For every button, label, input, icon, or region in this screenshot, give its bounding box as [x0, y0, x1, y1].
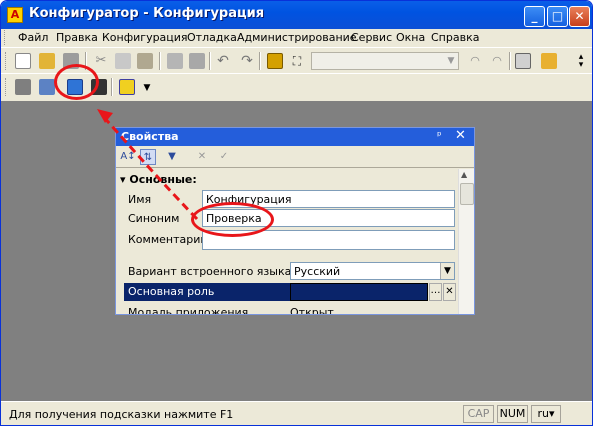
toolbar-separator — [209, 52, 211, 70]
pin-icon[interactable]: ᵖ — [437, 129, 442, 142]
redo-icon[interactable]: ↷ — [239, 53, 255, 69]
print-icon[interactable] — [167, 53, 183, 69]
name-label: Имя — [128, 193, 152, 206]
maximize-button[interactable]: □ — [547, 6, 568, 27]
language-value: Русский — [294, 265, 341, 278]
cut-icon[interactable]: ✂ — [93, 53, 109, 69]
scroll-up-icon[interactable]: ▲ — [461, 170, 467, 179]
menu-file[interactable]: Файл — [18, 31, 48, 44]
toolbar-separator — [159, 52, 161, 70]
role-choose-button[interactable]: … — [429, 283, 442, 301]
property-grid: ▾ Основные: Имя Конфигурация Синоним Про… — [118, 169, 458, 314]
paste-icon[interactable] — [137, 53, 153, 69]
binoculars-icon[interactable]: ⛶ — [289, 53, 305, 69]
language-indicator-label: ru — [537, 407, 549, 420]
language-label: Вариант встроенного языка — [128, 265, 292, 278]
status-text: Для получения подсказки нажмите F1 — [9, 408, 234, 421]
clear-icon[interactable]: ✕ — [194, 149, 210, 165]
properties-toolbar: A↕ ⇅ ▼ ✕ ✓ — [116, 146, 474, 168]
chevron-down-icon[interactable]: ▼ — [440, 263, 454, 279]
synonym-label: Синоним — [128, 212, 180, 225]
properties-close-icon[interactable]: ✕ — [455, 128, 466, 143]
menu-windows[interactable]: Окна — [396, 31, 425, 44]
open-icon[interactable] — [39, 53, 55, 69]
language-select[interactable]: Русский ▼ — [290, 262, 455, 280]
apply-icon[interactable]: ✓ — [216, 149, 232, 165]
section-basic[interactable]: ▾ Основные: — [120, 173, 197, 186]
menu-service[interactable]: Сервис — [351, 31, 392, 44]
role-field[interactable] — [290, 283, 428, 301]
language-indicator[interactable]: ru▾ — [531, 405, 561, 423]
comment-label: Комментарий — [128, 233, 208, 246]
compare-icon[interactable] — [15, 79, 31, 95]
sort-categories-icon[interactable]: ⇅ — [140, 149, 156, 165]
preview-icon[interactable] — [189, 53, 205, 69]
close-button[interactable]: ✕ — [569, 6, 590, 27]
mode-label: Модаль приложения — [128, 306, 249, 315]
copy-icon[interactable] — [115, 53, 131, 69]
toolbar-separator — [259, 52, 261, 70]
properties-panel: Свойства ᵖ ✕ A↕ ⇅ ▼ ✕ ✓ ▾ Основные: Имя … — [115, 127, 475, 315]
menu-administration[interactable]: Администрирование — [237, 31, 357, 44]
role-clear-button[interactable]: ✕ — [443, 283, 456, 301]
annotation-circle-toolbar — [54, 64, 99, 100]
mode-value: Открыт — [290, 306, 334, 315]
scroll-thumb[interactable] — [460, 183, 474, 205]
chevron-down-icon[interactable]: ▼ — [444, 53, 458, 69]
menu-configuration[interactable]: Конфигурация — [102, 31, 188, 44]
role-label: Основная роль — [128, 285, 215, 298]
menu-bar: Файл Правка Конфигурация Отладка Админис… — [1, 29, 592, 47]
toolbar-dropdown-icon[interactable]: ▼ — [139, 79, 155, 95]
window-icon[interactable] — [515, 53, 531, 69]
main-window: А Конфигуратор - Конфигурация _ □ ✕ Файл… — [0, 0, 593, 426]
menu-edit[interactable]: Правка — [56, 31, 98, 44]
annotation-circle-synonym — [191, 202, 274, 237]
search-combo[interactable]: ▼ — [311, 52, 459, 70]
undo-icon[interactable]: ↶ — [215, 53, 231, 69]
properties-scrollbar[interactable]: ▲ — [458, 169, 474, 314]
wizard-icon[interactable] — [541, 53, 557, 69]
update-icon[interactable] — [39, 79, 55, 95]
toolbar-overflow-icon[interactable]: ▴ ▾ — [573, 53, 589, 70]
properties-title-bar[interactable]: Свойства ᵖ ✕ — [116, 128, 474, 146]
num-indicator: NUM — [497, 405, 528, 423]
toolbar-grip-icon[interactable] — [5, 78, 7, 96]
toolbar-separator — [509, 52, 511, 70]
minimize-button[interactable]: _ — [524, 6, 545, 27]
sort-az-icon[interactable]: A↕ — [120, 149, 136, 165]
bookmark-prev-icon[interactable]: ◠ — [467, 53, 483, 69]
toolbar-grip-icon[interactable] — [5, 52, 7, 70]
find-icon[interactable] — [267, 53, 283, 69]
app-icon: А — [7, 7, 23, 23]
bookmark-next-icon[interactable]: ◠ — [489, 53, 505, 69]
cap-indicator: CAP — [463, 405, 494, 423]
toolbar-separator — [111, 78, 113, 96]
filter-icon[interactable]: ▼ — [164, 149, 180, 165]
status-bar: Для получения подсказки нажмите F1 CAP N… — [1, 401, 592, 425]
properties-title: Свойства — [121, 130, 179, 143]
section-basic-label: Основные: — [129, 173, 197, 186]
title-bar[interactable]: А Конфигуратор - Конфигурация _ □ ✕ — [1, 1, 592, 29]
menu-help[interactable]: Справка — [431, 31, 479, 44]
new-icon[interactable] — [15, 53, 31, 69]
run-icon[interactable] — [119, 79, 135, 95]
menu-debug[interactable]: Отладка — [187, 31, 237, 44]
window-title: Конфигуратор - Конфигурация — [29, 6, 265, 21]
